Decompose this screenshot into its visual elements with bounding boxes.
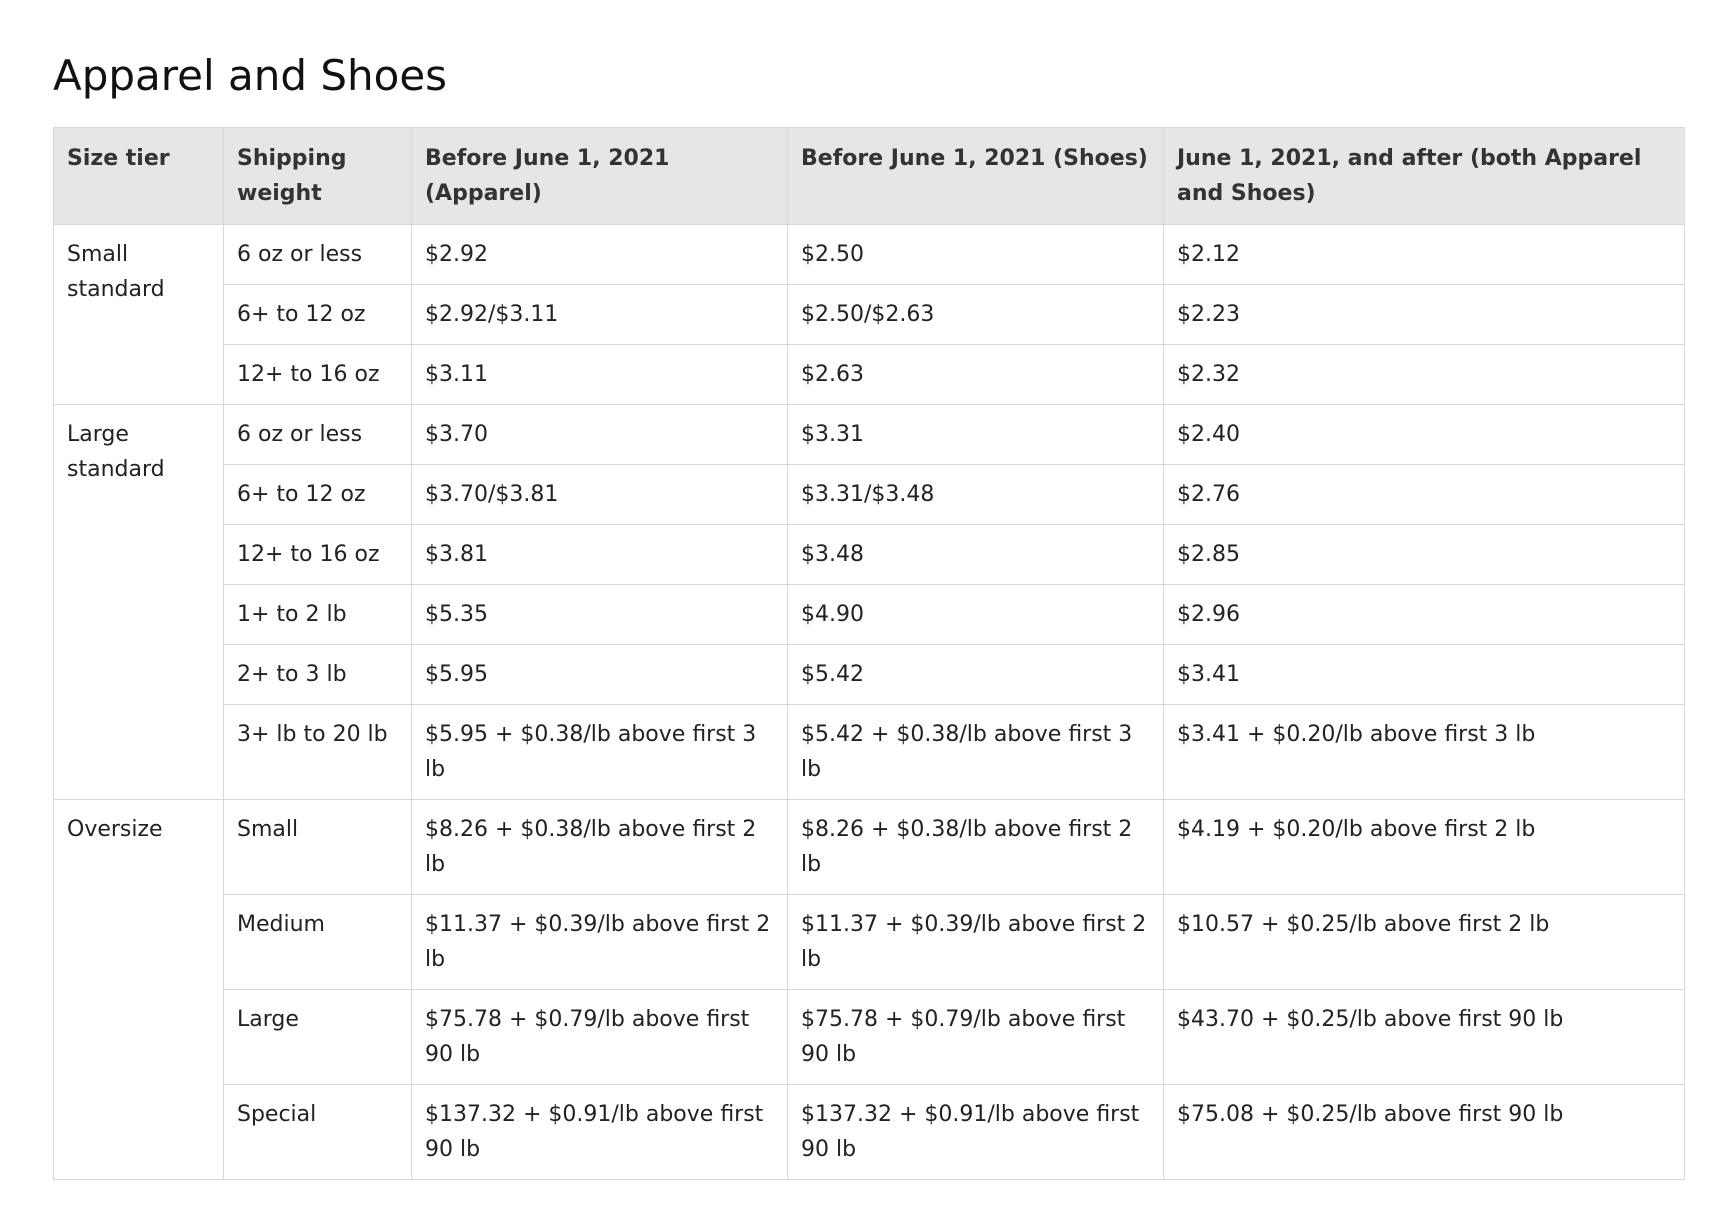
apparel-before-cell: $3.70/$3.81 xyxy=(411,464,788,525)
table-row: 6+ to 12 oz $2.92/$3.11 $2.50/$2.63 $2.23 xyxy=(54,284,1685,345)
table-row: 2+ to 3 lb $5.95 $5.42 $3.41 xyxy=(54,644,1685,705)
shoes-before-cell: $4.90 xyxy=(787,584,1164,645)
table-row: 3+ lb to 20 lb $5.95 + $0.38/lb above fir… xyxy=(54,704,1685,800)
after-cell: $43.70 + $0.25/lb above first 90 lb xyxy=(1163,989,1685,1085)
after-cell: $2.76 xyxy=(1163,464,1685,525)
apparel-before-cell: $5.95 xyxy=(411,644,788,705)
weight-cell: Large xyxy=(223,989,412,1085)
shoes-before-cell: $2.50 xyxy=(787,224,1164,285)
weight-cell: 12+ to 16 oz xyxy=(223,344,412,405)
weight-cell: Small xyxy=(223,799,412,895)
header-shipping-weight: Shipping weight xyxy=(223,127,412,225)
weight-cell: Special xyxy=(223,1084,412,1180)
apparel-before-cell: $3.81 xyxy=(411,524,788,585)
weight-cell: 6 oz or less xyxy=(223,224,412,285)
weight-cell: 12+ to 16 oz xyxy=(223,524,412,585)
table-row: Large standard 6 oz or less $3.70 $3.31 $2.4… xyxy=(53,404,1685,800)
shoes-before-cell: $5.42 xyxy=(787,644,1164,705)
table-row: Large $75.78 + $0.79/lb above first 90 lb… xyxy=(54,989,1685,1085)
weight-cell: 2+ to 3 lb xyxy=(223,644,412,705)
weight-cell: Medium xyxy=(223,894,412,990)
shoes-before-cell: $75.78 + $0.79/lb above first 90 lb xyxy=(787,989,1164,1085)
header-before-apparel: Before June 1, 2021 (Apparel) xyxy=(411,127,788,225)
table-row: 1+ to 2 lb $5.35 $4.90 $2.96 xyxy=(54,584,1685,645)
after-cell: $2.23 xyxy=(1163,284,1685,345)
weight-cell: 6+ to 12 oz xyxy=(223,464,412,525)
apparel-before-cell: $2.92 xyxy=(411,224,788,285)
after-cell: $2.96 xyxy=(1163,584,1685,645)
weight-cell: 3+ lb to 20 lb xyxy=(223,704,412,800)
size-tier-cell: Small standard xyxy=(53,224,224,405)
table-row: Medium $11.37 + $0.39/lb above first 2 lb… xyxy=(54,894,1685,990)
shoes-before-cell: $8.26 + $0.38/lb above first 2 lb xyxy=(787,799,1164,895)
fee-table: Size tier Shipping weight Before June 1,… xyxy=(53,127,1685,1180)
after-cell: $10.57 + $0.25/lb above first 2 lb xyxy=(1163,894,1685,990)
size-tier-cell: Large standard xyxy=(53,404,224,800)
shoes-before-cell: $3.31 xyxy=(787,404,1164,465)
shoes-before-cell: $137.32 + $0.91/lb above first 90 lb xyxy=(787,1084,1164,1180)
table-body: Small standard 6 oz or less $2.92 $2.50 $2.1… xyxy=(53,224,1685,1180)
table-row: Small standard 6 oz or less $2.92 $2.50 $2.1… xyxy=(53,224,1685,405)
after-cell: $2.85 xyxy=(1163,524,1685,585)
after-cell: $4.19 + $0.20/lb above first 2 lb xyxy=(1163,799,1685,895)
after-cell: $3.41 xyxy=(1163,644,1685,705)
after-cell: $2.40 xyxy=(1163,404,1685,465)
shoes-before-cell: $2.50/$2.63 xyxy=(787,284,1164,345)
apparel-before-cell: $3.11 xyxy=(411,344,788,405)
table-row: Oversize Small $8.26 + $0.38/lb above firs… xyxy=(53,799,1685,1180)
header-row: Size tier Shipping weight Before June 1,… xyxy=(53,127,1685,225)
table-row: 12+ to 16 oz $3.11 $2.63 $2.32 xyxy=(54,344,1685,405)
apparel-before-cell: $11.37 + $0.39/lb above first 2 lb xyxy=(411,894,788,990)
apparel-before-cell: $75.78 + $0.79/lb above first 90 lb xyxy=(411,989,788,1085)
table-row: 6+ to 12 oz $3.70/$3.81 $3.31/$3.48 $2.76 xyxy=(54,464,1685,525)
apparel-before-cell: $5.35 xyxy=(411,584,788,645)
header-size-tier: Size tier xyxy=(53,127,224,225)
weight-cell: 6 oz or less xyxy=(223,404,412,465)
apparel-before-cell: $2.92/$3.11 xyxy=(411,284,788,345)
shoes-before-cell: $2.63 xyxy=(787,344,1164,405)
weight-cell: 1+ to 2 lb xyxy=(223,584,412,645)
table-row: Special $137.32 + $0.91/lb above first 90… xyxy=(54,1084,1685,1180)
table-header: Size tier Shipping weight Before June 1,… xyxy=(53,127,1685,225)
after-cell: $2.32 xyxy=(1163,344,1685,405)
apparel-before-cell: $137.32 + $0.91/lb above first 90 lb xyxy=(411,1084,788,1180)
size-tier-cell: Oversize xyxy=(53,799,224,1180)
apparel-before-cell: $5.95 + $0.38/lb above first 3 lb xyxy=(411,704,788,800)
weight-cell: 6+ to 12 oz xyxy=(223,284,412,345)
apparel-before-cell: $3.70 xyxy=(411,404,788,465)
header-before-shoes: Before June 1, 2021 (Shoes) xyxy=(787,127,1164,225)
shoes-before-cell: $5.42 + $0.38/lb above first 3 lb xyxy=(787,704,1164,800)
header-after-both: June 1, 2021, and after (both Apparel an… xyxy=(1163,127,1685,225)
shoes-before-cell: $3.31/$3.48 xyxy=(787,464,1164,525)
table-row: 12+ to 16 oz $3.81 $3.48 $2.85 xyxy=(54,524,1685,585)
after-cell: $3.41 + $0.20/lb above first 3 lb xyxy=(1163,704,1685,800)
shoes-before-cell: $3.48 xyxy=(787,524,1164,585)
page-title: Apparel and Shoes xyxy=(53,51,448,100)
shoes-before-cell: $11.37 + $0.39/lb above first 2 lb xyxy=(787,894,1164,990)
after-cell: $75.08 + $0.25/lb above first 90 lb xyxy=(1163,1084,1685,1180)
after-cell: $2.12 xyxy=(1163,224,1685,285)
apparel-before-cell: $8.26 + $0.38/lb above first 2 lb xyxy=(411,799,788,895)
